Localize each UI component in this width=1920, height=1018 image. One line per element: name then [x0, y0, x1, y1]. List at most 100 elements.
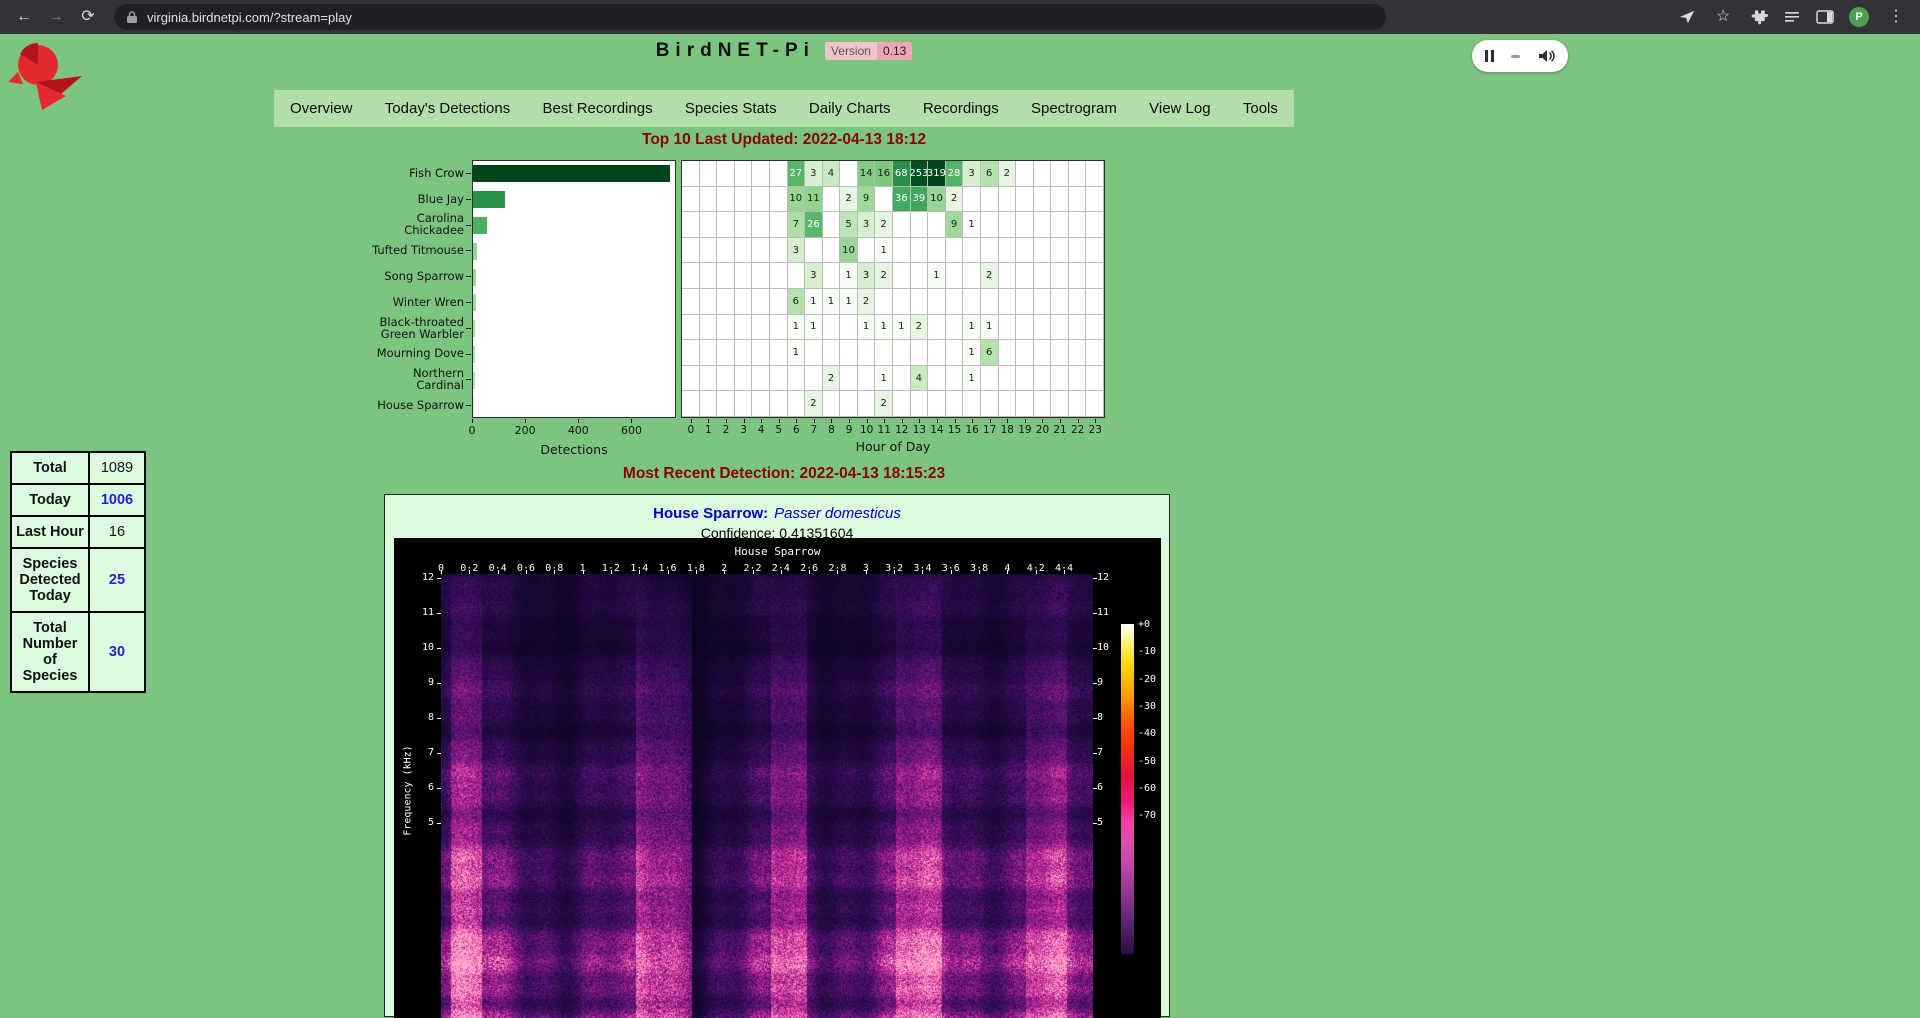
nav-species-stats[interactable]: Species Stats [685, 100, 777, 117]
heatmap-cell [1086, 161, 1104, 187]
heatmap-cell: 6 [981, 161, 999, 187]
heatmap-cell: 1 [840, 289, 858, 315]
heatmap-cell [999, 289, 1017, 315]
x-tick [884, 419, 885, 423]
reading-list-icon[interactable] [1783, 9, 1801, 25]
heatmap-cell [840, 315, 858, 341]
heatmap-cell [1069, 238, 1087, 264]
reload-icon[interactable]: ⟳ [76, 0, 100, 34]
colorbar-label: -50 [1138, 756, 1156, 767]
spectrogram-image [441, 574, 1093, 1018]
stats-value-total-number-of-species[interactable]: 30 [89, 612, 145, 692]
heatmap-cell [700, 238, 718, 264]
heatmap-cell: 2 [999, 161, 1017, 187]
x-tick [1007, 419, 1008, 423]
spectrogram-tick-mark [1093, 823, 1097, 824]
heatmap-cell [752, 366, 770, 392]
y-tick [466, 199, 471, 200]
heatmap-cell [858, 340, 876, 366]
spectrogram-tick-mark [437, 718, 441, 719]
stats-value-species-detected-today[interactable]: 25 [89, 548, 145, 612]
heatmap-cell [1016, 187, 1034, 213]
heatmap-cell [893, 391, 911, 417]
menu-kebab-icon[interactable]: ⋮ [1884, 0, 1908, 34]
profile-avatar[interactable]: P [1849, 7, 1869, 27]
x-tick [1078, 419, 1079, 423]
spectrogram-tick-mark [437, 648, 441, 649]
heatmap-cell [981, 391, 999, 417]
back-icon[interactable]: ← [12, 0, 36, 34]
heatmap-cell [1034, 263, 1052, 289]
heatmap-cell: 5 [840, 212, 858, 238]
hour-tick-label: 0 [687, 424, 694, 436]
y-tick [466, 328, 471, 329]
heatmap-cell: 1 [823, 289, 841, 315]
heatmap-cell [717, 187, 735, 213]
stats-label-species-detected-today: Species Detected Today [11, 548, 89, 612]
extensions-puzzle-icon[interactable] [1750, 8, 1768, 26]
x-tick [726, 419, 727, 423]
heatmap-cell [1069, 366, 1087, 392]
nav-daily-charts[interactable]: Daily Charts [809, 100, 891, 117]
stats-row-last-hour: Last Hour16 [11, 516, 145, 548]
spectrogram-tick-mark [1007, 570, 1008, 574]
spectrogram-tick-mark [498, 570, 499, 574]
side-panel-icon[interactable] [1816, 9, 1834, 25]
nav-recordings[interactable]: Recordings [923, 100, 999, 117]
nav-view-log[interactable]: View Log [1149, 100, 1210, 117]
heatmap-cell [928, 289, 946, 315]
stats-value-today[interactable]: 1006 [89, 484, 145, 516]
heatmap-cell [946, 340, 964, 366]
x-tick [744, 419, 745, 423]
heatmap-cell [1086, 263, 1104, 289]
spectrogram-tick-mark [809, 570, 810, 574]
pause-button[interactable] [1485, 50, 1494, 62]
heatmap-cell [1051, 289, 1069, 315]
nav-overview[interactable]: Overview [290, 100, 353, 117]
detection-scientific-name[interactable]: Passer domesticus [774, 505, 901, 522]
spectrogram-tick-mark [922, 570, 923, 574]
heatmap-cell [963, 263, 981, 289]
nav-spectrogram[interactable]: Spectrogram [1031, 100, 1117, 117]
x-tick [472, 419, 473, 423]
chart-species-labels: Fish CrowBlue JayCarolinaChickadeeTufted… [350, 158, 468, 420]
y-tick [466, 225, 471, 226]
detection-species-link[interactable]: House Sparrow: [653, 505, 768, 522]
heatmap-cell [1034, 161, 1052, 187]
url-bar[interactable]: virginia.birdnetpi.com/?stream=play [114, 4, 1386, 30]
detections-bar [473, 191, 505, 208]
hour-tick-label: 15 [948, 424, 961, 436]
heatmap-x-axis-label: Hour of Day [856, 439, 931, 454]
heatmap-cell [858, 366, 876, 392]
audio-player[interactable] [1472, 40, 1568, 72]
detections-bar [473, 320, 475, 337]
nav-best-recordings[interactable]: Best Recordings [543, 100, 653, 117]
volume-icon[interactable] [1537, 49, 1555, 63]
x-tick [1042, 419, 1043, 423]
x-tick-label: 400 [568, 424, 589, 437]
bookmark-star-icon[interactable]: ☆ [1711, 0, 1735, 34]
nav-today-s-detections[interactable]: Today's Detections [385, 100, 510, 117]
heatmap-cell [717, 238, 735, 264]
page-header: BirdNET-Pi Version 0.13 [584, 36, 984, 66]
heatmap-cell [946, 315, 964, 341]
heatmap-cell [823, 263, 841, 289]
spectrogram-freq-tick-left: 10 [408, 642, 434, 653]
spectrogram-title: House Sparrow [394, 545, 1161, 558]
y-tick [466, 405, 471, 406]
forward-icon[interactable]: → [44, 0, 68, 34]
main-nav: Overview Today's Detections Best Recording… [274, 90, 1294, 127]
heatmap-cell [1051, 161, 1069, 187]
hour-tick-label: 12 [895, 424, 908, 436]
heatmap-cell: 3 [963, 161, 981, 187]
spectrogram-tick-mark [753, 570, 754, 574]
top10-chart: Fish CrowBlue JayCarolinaChickadeeTufted… [350, 158, 1120, 458]
heatmap-cell [1051, 263, 1069, 289]
heatmap-cell: 10 [788, 187, 806, 213]
x-tick [578, 419, 579, 423]
send-icon[interactable] [1678, 8, 1696, 26]
heatmap-cell [999, 212, 1017, 238]
heatmap-cell [911, 289, 929, 315]
heatmap-cell: 6 [788, 289, 806, 315]
nav-tools[interactable]: Tools [1243, 100, 1278, 117]
